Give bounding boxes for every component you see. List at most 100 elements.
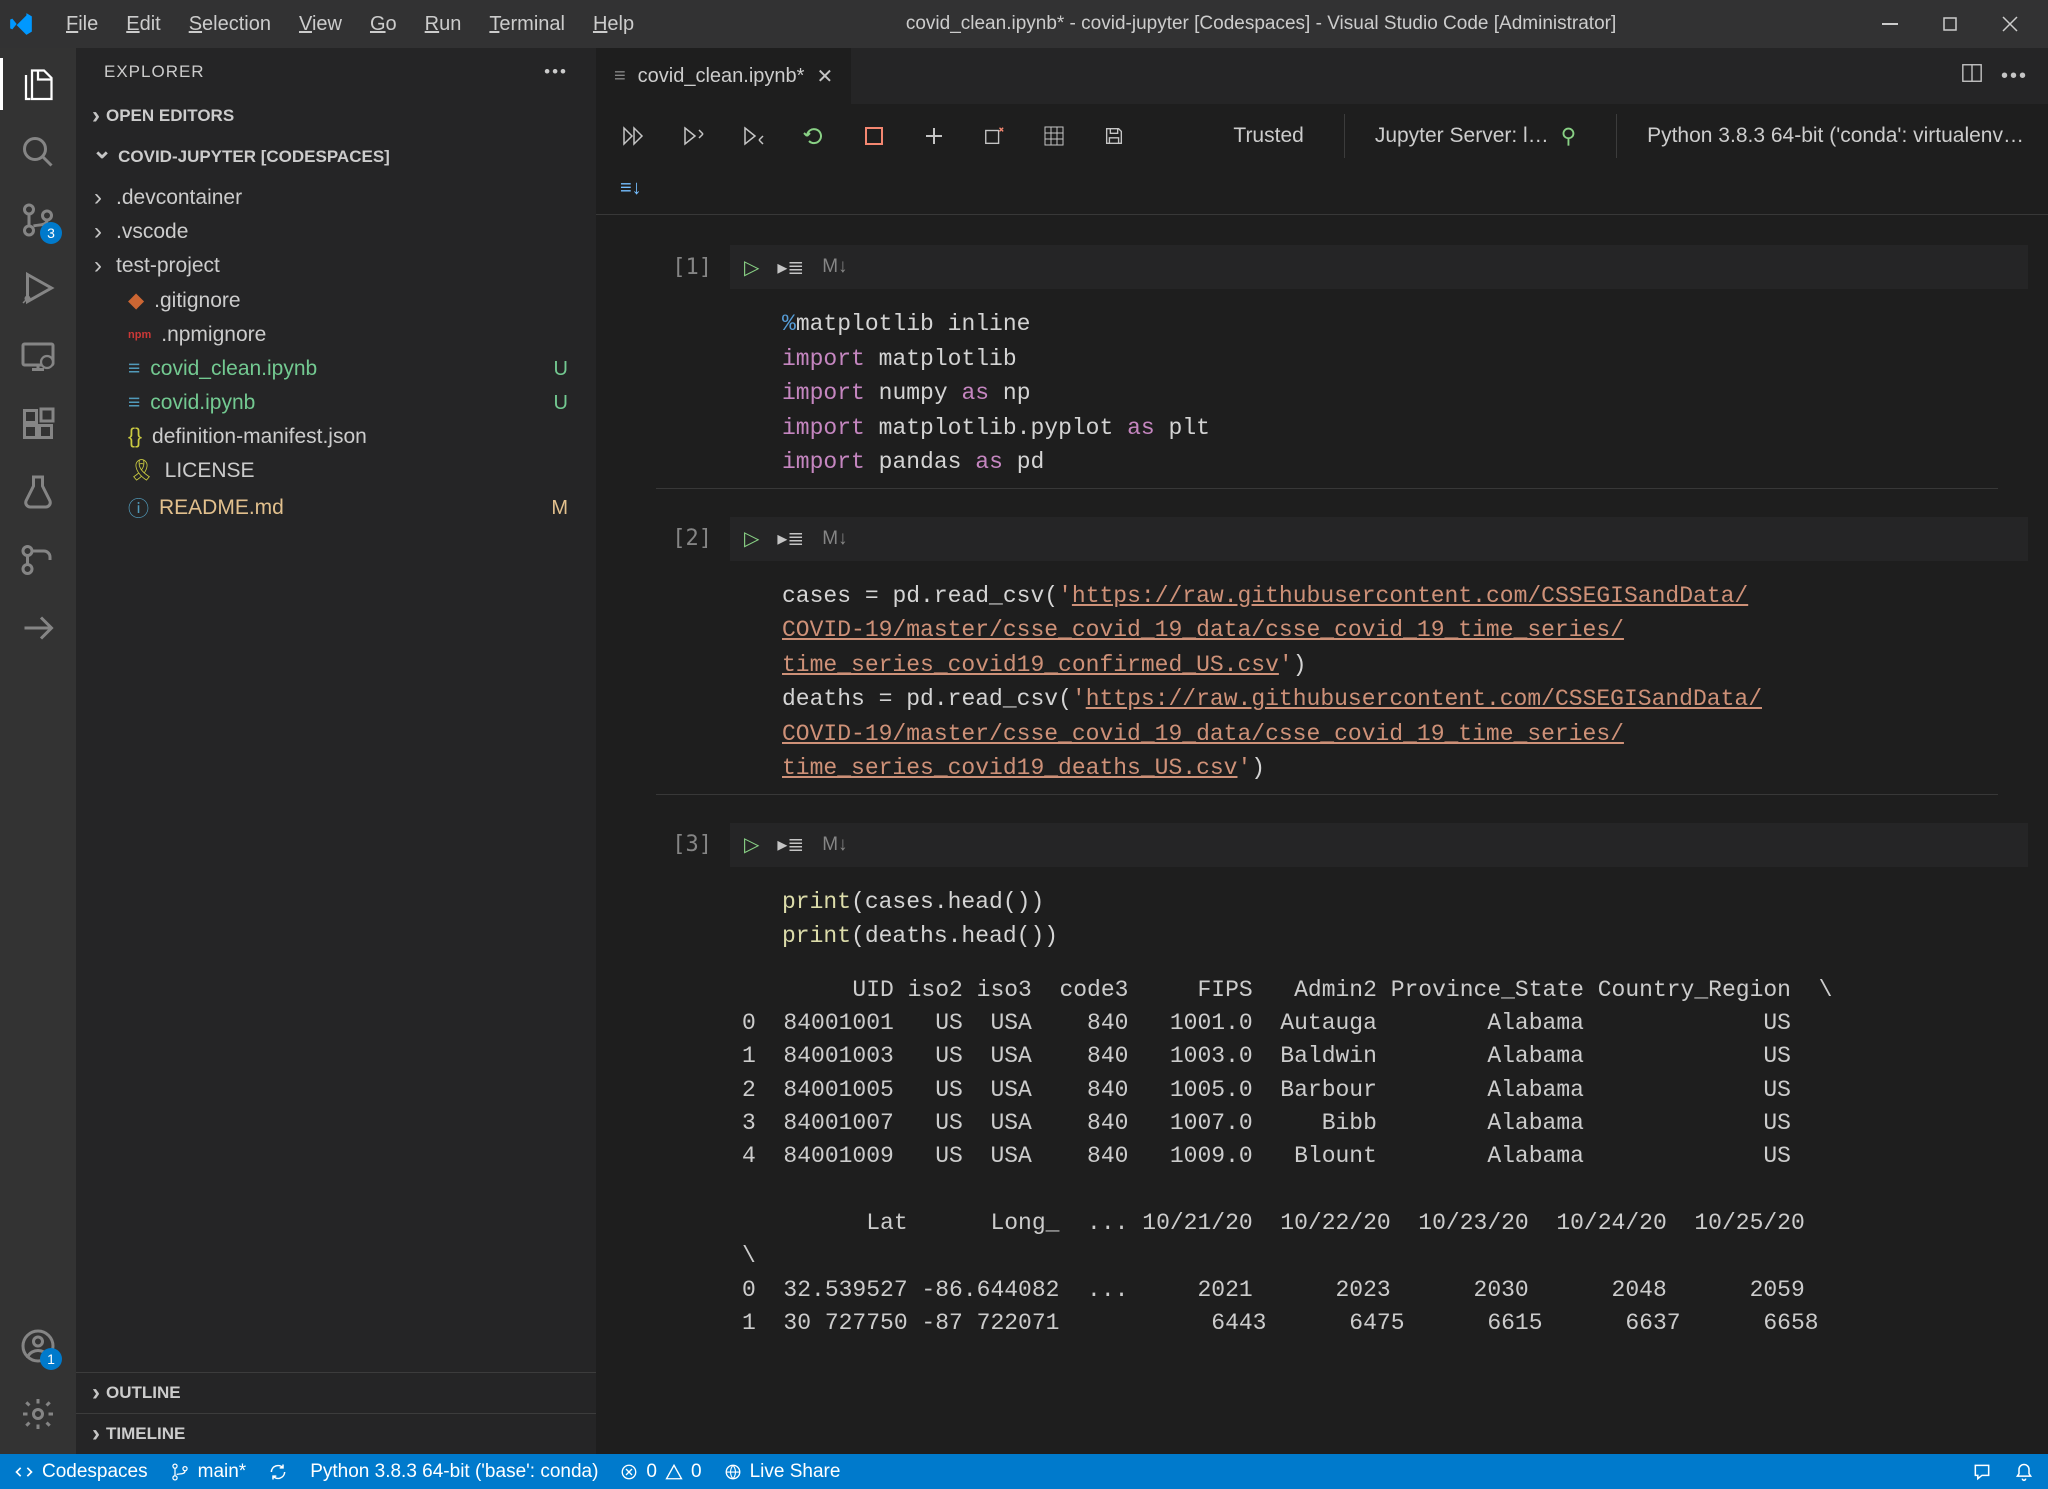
editor-area: ≡ covid_clean.ipynb* ✕ ••• Trusted <box>596 48 2048 1454</box>
menu-edit[interactable]: Edit <box>114 9 172 40</box>
github-icon[interactable] <box>18 540 58 580</box>
chevron-right-icon <box>94 184 102 212</box>
menu-selection[interactable]: Selection <box>177 9 283 40</box>
file-readme[interactable]: ⓘREADME.mdM <box>76 488 596 528</box>
file-covid-clean[interactable]: ≡covid_clean.ipynbU <box>76 352 596 386</box>
breadcrumb-row: ≡↓ <box>596 169 2048 215</box>
cell-prompt: [1] <box>656 255 712 280</box>
notebook-tab-icon: ≡ <box>614 65 626 88</box>
close-button[interactable] <box>1996 10 2024 38</box>
chevron-right-icon <box>92 102 100 130</box>
menu-run[interactable]: Run <box>413 9 474 40</box>
git-branch-status[interactable]: main* <box>170 1461 247 1483</box>
file-npmignore[interactable]: npm.npmignore <box>76 318 596 352</box>
tab-bar: ≡ covid_clean.ipynb* ✕ ••• <box>596 48 2048 104</box>
run-above-icon[interactable] <box>680 122 708 150</box>
open-editors-section[interactable]: OPEN EDITORS <box>76 96 596 136</box>
server-connected-icon: ⚲ <box>1561 124 1576 149</box>
accounts-badge: 1 <box>40 1348 62 1370</box>
run-by-line-icon[interactable]: ▸≣ <box>777 255 804 280</box>
menu-view[interactable]: View <box>287 9 354 40</box>
settings-gear-icon[interactable] <box>18 1394 58 1434</box>
cell-toolbar: ▷ ▸≣ M↓ <box>730 517 2028 561</box>
extensions-icon[interactable] <box>18 404 58 444</box>
window-controls <box>1876 10 2024 38</box>
menu-terminal[interactable]: Terminal <box>477 9 577 40</box>
sync-status[interactable] <box>268 1462 288 1482</box>
feedback-icon[interactable] <box>1972 1462 1992 1482</box>
clear-outputs-icon[interactable] <box>980 122 1008 150</box>
markdown-toggle[interactable]: M↓ <box>822 528 847 550</box>
outline-toggle-icon[interactable]: ≡↓ <box>620 177 642 199</box>
vscode-logo-icon <box>8 11 34 37</box>
split-editor-icon[interactable] <box>1961 62 1983 90</box>
file-covid[interactable]: ≡covid.ipynbU <box>76 386 596 420</box>
git-icon: ◆ <box>128 288 144 313</box>
restart-icon[interactable] <box>800 122 828 150</box>
cell-prompt: [3] <box>656 832 712 857</box>
maximize-button[interactable] <box>1936 10 1964 38</box>
run-cell-icon[interactable]: ▷ <box>744 526 759 551</box>
variables-icon[interactable] <box>1040 122 1068 150</box>
notifications-icon[interactable] <box>2014 1462 2034 1482</box>
liveshare-status[interactable]: Live Share <box>724 1461 841 1483</box>
folder-test-project[interactable]: test-project <box>76 249 596 283</box>
more-actions-icon[interactable]: ••• <box>2001 65 2028 88</box>
menu-help[interactable]: Help <box>581 9 646 40</box>
menu-go[interactable]: Go <box>358 9 409 40</box>
workspace-section[interactable]: COVID-JUPYTER [CODESPACES] <box>76 136 596 177</box>
folder-devcontainer[interactable]: .devcontainer <box>76 181 596 215</box>
liveshare-icon[interactable] <box>18 608 58 648</box>
status-bar: Codespaces main* Python 3.8.3 64-bit ('b… <box>0 1454 2048 1489</box>
add-cell-icon[interactable] <box>920 122 948 150</box>
testing-icon[interactable] <box>18 472 58 512</box>
cell-code[interactable]: print(cases.head()) print(deaths.head()) <box>656 873 1998 962</box>
run-all-icon[interactable] <box>620 122 648 150</box>
cell-code[interactable]: cases = pd.read_csv('https://raw.githubu… <box>656 567 1998 795</box>
close-tab-icon[interactable]: ✕ <box>816 64 833 89</box>
notebook-toolbar: Trusted Jupyter Server: l… ⚲ Python 3.8.… <box>596 104 2048 169</box>
minimize-button[interactable] <box>1876 10 1904 38</box>
kernel-selector[interactable]: Python 3.8.3 64-bit ('conda': virtualenv… <box>1616 114 2024 158</box>
chevron-right-icon <box>94 252 102 280</box>
menu-file[interactable]: File <box>54 9 110 40</box>
file-definition-manifest[interactable]: {}definition-manifest.json <box>76 420 596 454</box>
file-license[interactable]: 🎗LICENSE <box>76 454 596 488</box>
problems-status[interactable]: 0 0 <box>620 1461 701 1483</box>
tab-covid-clean[interactable]: ≡ covid_clean.ipynb* ✕ <box>596 48 851 104</box>
accounts-icon[interactable]: 1 <box>18 1326 58 1366</box>
sidebar-more-icon[interactable]: ••• <box>544 62 568 82</box>
run-below-icon[interactable] <box>740 122 768 150</box>
tab-label: covid_clean.ipynb* <box>638 65 805 88</box>
cell-3: [3] ▷ ▸≣ M↓ print(cases.head()) print(de… <box>656 823 2028 1349</box>
run-cell-icon[interactable]: ▷ <box>744 255 759 280</box>
jupyter-server[interactable]: Jupyter Server: l… ⚲ <box>1344 114 1576 158</box>
sidebar-title: EXPLORER <box>104 62 205 82</box>
folder-vscode[interactable]: .vscode <box>76 215 596 249</box>
notebook-body[interactable]: [1] ▷ ▸≣ M↓ %matplotlib inline import ma… <box>596 215 2048 1454</box>
scm-badge: 3 <box>40 222 62 244</box>
markdown-toggle[interactable]: M↓ <box>822 834 847 856</box>
save-icon[interactable] <box>1100 122 1128 150</box>
explorer-icon[interactable] <box>18 64 58 104</box>
search-icon[interactable] <box>18 132 58 172</box>
run-by-line-icon[interactable]: ▸≣ <box>777 526 804 551</box>
run-by-line-icon[interactable]: ▸≣ <box>777 832 804 857</box>
markdown-toggle[interactable]: M↓ <box>822 256 847 278</box>
file-gitignore[interactable]: ◆.gitignore <box>76 283 596 318</box>
python-env-status[interactable]: Python 3.8.3 64-bit ('base': conda) <box>310 1461 598 1483</box>
interrupt-icon[interactable] <box>860 122 888 150</box>
sidebar-header: EXPLORER ••• <box>76 48 596 96</box>
cell-code[interactable]: %matplotlib inline import matplotlib imp… <box>656 295 1998 489</box>
run-cell-icon[interactable]: ▷ <box>744 832 759 857</box>
run-debug-icon[interactable] <box>18 268 58 308</box>
timeline-section[interactable]: TIMELINE <box>76 1413 596 1454</box>
trusted-label[interactable]: Trusted <box>1233 124 1303 148</box>
info-icon: ⓘ <box>128 493 149 523</box>
source-control-icon[interactable]: 3 <box>18 200 58 240</box>
window-title: covid_clean.ipynb* - covid-jupyter [Code… <box>646 13 1876 35</box>
file-tree: .devcontainer .vscode test-project ◆.git… <box>76 177 596 532</box>
remote-explorer-icon[interactable] <box>18 336 58 376</box>
outline-section[interactable]: OUTLINE <box>76 1372 596 1413</box>
codespaces-status[interactable]: Codespaces <box>14 1461 148 1483</box>
